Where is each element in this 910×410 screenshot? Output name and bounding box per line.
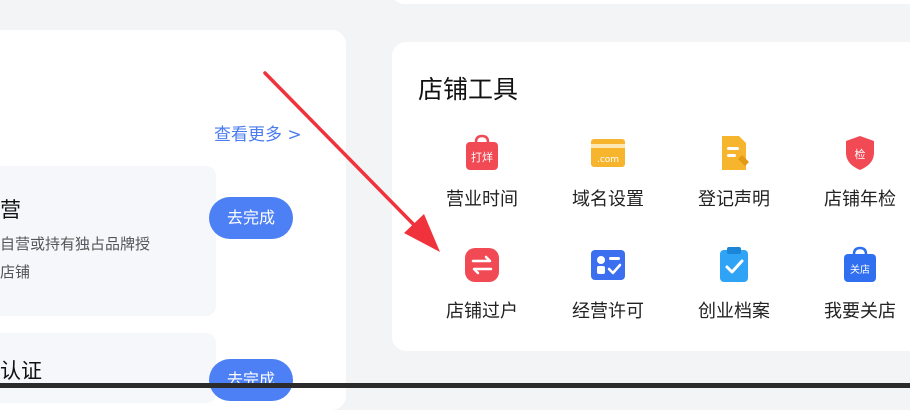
bottom-bar (0, 383, 910, 388)
annotation-arrow-icon (263, 71, 440, 252)
